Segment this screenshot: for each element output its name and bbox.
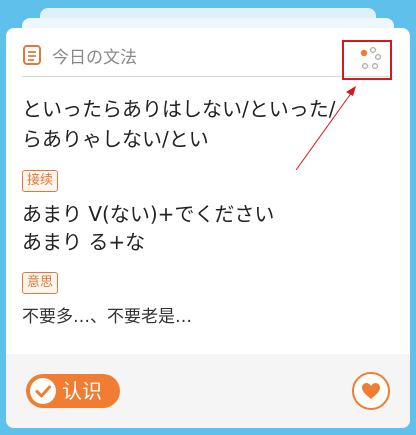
meaning-tag: 意思 bbox=[22, 272, 59, 294]
meaning-text: 不要多…、不要老是… bbox=[22, 307, 192, 327]
check-circle-icon bbox=[30, 378, 56, 404]
page-title: 今日の文法 bbox=[52, 48, 137, 68]
connection-pattern: あまり V(ない)+でください あまり る+な bbox=[22, 200, 274, 256]
know-button[interactable]: 认识 bbox=[26, 374, 120, 408]
card-header: 今日の文法 bbox=[22, 38, 394, 80]
pattern-line-1: あまり V(ない)+でください bbox=[22, 202, 275, 226]
dots-settings-icon bbox=[360, 46, 382, 70]
grammar-line-1: といったらありはしない/といった/ bbox=[22, 97, 336, 121]
settings-button[interactable] bbox=[342, 40, 392, 80]
know-label: 认识 bbox=[62, 379, 102, 403]
favorite-button[interactable] bbox=[352, 372, 390, 410]
notebook-icon bbox=[23, 45, 41, 65]
connection-tag: 接续 bbox=[22, 170, 59, 192]
grammar-card: 今日の文法 といったらありはしない/といった/ らありゃしない/とい 接续 あま… bbox=[6, 28, 410, 428]
grammar-title: といったらありはしない/といった/ らありゃしない/とい bbox=[22, 94, 394, 154]
heart-icon bbox=[362, 383, 380, 399]
card-footer: 认识 bbox=[6, 354, 410, 428]
pattern-line-2: あまり る+な bbox=[22, 230, 146, 254]
grammar-line-2: らありゃしない/とい bbox=[22, 127, 209, 151]
